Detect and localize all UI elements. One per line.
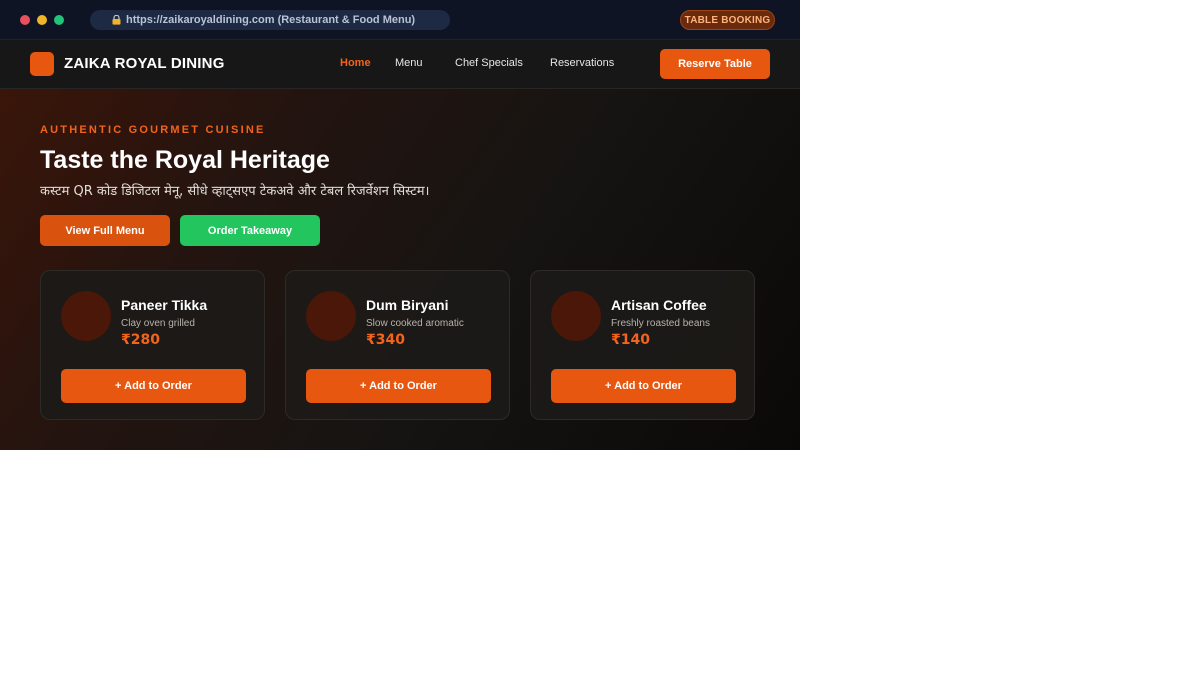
dish-description: Freshly roasted beans xyxy=(611,318,710,329)
minimize-window-dot[interactable] xyxy=(37,15,47,25)
dish-name: Artisan Coffee xyxy=(611,297,707,313)
brand-name[interactable]: ZAIKA ROYAL DINING xyxy=(64,55,225,72)
table-booking-badge[interactable]: TABLE BOOKING xyxy=(680,10,775,30)
view-full-menu-button[interactable]: View Full Menu xyxy=(40,215,170,246)
reserve-table-button[interactable]: Reserve Table xyxy=(660,49,770,79)
logo-mark[interactable] xyxy=(30,52,54,76)
nav-link-menu[interactable]: Menu xyxy=(395,57,423,69)
hero-eyebrow: AUTHENTIC GOURMET CUISINE xyxy=(40,124,266,136)
dish-name: Dum Biryani xyxy=(366,297,449,313)
dish-price: ₹280 xyxy=(121,332,160,348)
dish-description: Clay oven grilled xyxy=(121,318,195,329)
browser-window: https://zaikaroyaldining.com (Restaurant… xyxy=(0,0,800,450)
dish-name: Paneer Tikka xyxy=(121,297,208,313)
order-takeaway-button[interactable]: Order Takeaway xyxy=(180,215,320,246)
dish-thumbnail xyxy=(61,291,111,341)
nav-link-reservations[interactable]: Reservations xyxy=(550,57,614,69)
lock-icon xyxy=(112,15,121,25)
add-to-order-button[interactable]: + Add to Order xyxy=(306,369,491,403)
add-to-order-button[interactable]: + Add to Order xyxy=(61,369,246,403)
dish-thumbnail xyxy=(551,291,601,341)
maximize-window-dot[interactable] xyxy=(54,15,64,25)
nav-link-home[interactable]: Home xyxy=(340,57,371,69)
address-bar[interactable]: https://zaikaroyaldining.com (Restaurant… xyxy=(90,10,450,30)
dish-description: Slow cooked aromatic xyxy=(366,318,464,329)
dish-price: ₹340 xyxy=(366,332,405,348)
nav-link-chef-specials[interactable]: Chef Specials xyxy=(455,57,523,69)
site-navbar: ZAIKA ROYAL DINING Home Menu Chef Specia… xyxy=(0,40,800,89)
hero-title: Taste the Royal Heritage xyxy=(40,146,330,174)
dish-card: Paneer Tikka Clay oven grilled ₹280 + Ad… xyxy=(40,270,265,420)
hero-subtitle: कस्टम QR कोड डिजिटल मेनू, सीधे व्हाट्सएप… xyxy=(40,184,430,199)
browser-chrome: https://zaikaroyaldining.com (Restaurant… xyxy=(0,0,800,40)
close-window-dot[interactable] xyxy=(20,15,30,25)
dish-price: ₹140 xyxy=(611,332,650,348)
add-to-order-button[interactable]: + Add to Order xyxy=(551,369,736,403)
dish-card: Artisan Coffee Freshly roasted beans ₹14… xyxy=(530,270,755,420)
hero-section: AUTHENTIC GOURMET CUISINE Taste the Roya… xyxy=(0,89,800,450)
dish-thumbnail xyxy=(306,291,356,341)
url-text: https://zaikaroyaldining.com (Restaurant… xyxy=(126,14,416,26)
dish-card: Dum Biryani Slow cooked aromatic ₹340 + … xyxy=(285,270,510,420)
